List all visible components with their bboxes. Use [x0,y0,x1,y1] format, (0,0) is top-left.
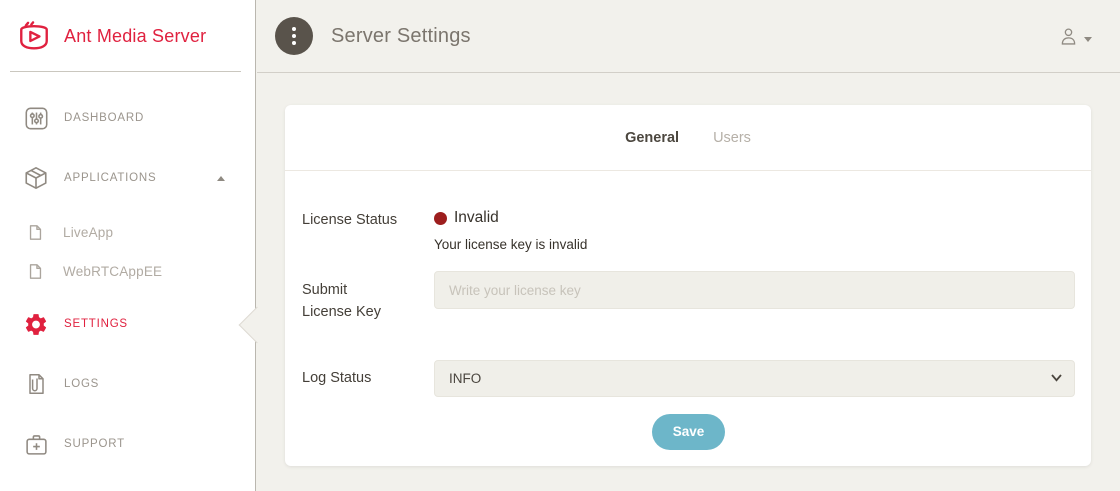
sidebar-item-liveapp[interactable]: LiveApp [0,213,255,252]
user-menu-button[interactable] [1058,26,1092,47]
file-icon [26,263,44,280]
status-dot-icon [434,212,447,225]
content-area: General Users License Status Invalid You… [257,73,1120,491]
user-icon [1058,26,1079,47]
collapse-caret-icon[interactable] [217,176,225,181]
sidebar-item-dashboard[interactable]: DASHBOARD [0,95,255,141]
topbar: Server Settings [257,0,1120,73]
kebab-dot [292,41,296,45]
sidebar-item-label: LOGS [64,378,99,390]
sidebar: Ant Media Server DASHBOARD [0,0,256,491]
save-row: Save [302,414,1075,450]
brand[interactable]: Ant Media Server [0,0,255,72]
file-icon [26,224,44,241]
sidebar-header-divider [10,71,241,72]
log-status-select[interactable]: INFO [434,360,1075,397]
license-status-label: License Status [302,209,434,252]
chevron-down-icon [1084,37,1092,42]
sidebar-item-label: SUPPORT [64,438,125,450]
brand-name: Ant Media Server [64,26,206,47]
server-settings-card: General Users License Status Invalid You… [285,105,1091,466]
sidebar-item-label: APPLICATIONS [64,172,156,184]
applications-icon [23,165,49,191]
settings-tabs: General Users [285,105,1091,171]
dashboard-icon [23,106,49,131]
sidebar-item-label: SETTINGS [64,318,128,330]
logs-icon [23,372,49,396]
kebab-dot [292,27,296,31]
sidebar-item-support[interactable]: SUPPORT [0,421,255,467]
settings-gear-icon [23,311,49,338]
log-status-row: Log Status INFO [302,360,1075,397]
support-icon [23,432,49,457]
sidebar-item-label: DASHBOARD [64,112,144,124]
sidebar-item-applications[interactable]: APPLICATIONS [0,155,255,201]
page-title: Server Settings [331,25,471,48]
tab-users[interactable]: Users [713,130,751,146]
kebab-menu-button[interactable] [275,17,313,55]
log-status-label: Log Status [302,367,434,389]
submit-license-key-label: Submit License Key [302,271,434,324]
kebab-dot [292,34,296,38]
ant-media-logo-icon [14,16,54,56]
license-status-row: License Status Invalid Your license key … [302,209,1075,252]
license-key-input[interactable] [434,271,1075,309]
settings-form: License Status Invalid Your license key … [285,209,1091,450]
sidebar-item-label: LiveApp [63,225,113,240]
submit-license-key-row: Submit License Key [302,271,1075,324]
license-status-value: Invalid [454,209,499,227]
sidebar-item-logs[interactable]: LOGS [0,361,255,407]
tab-general[interactable]: General [625,130,679,146]
save-button[interactable]: Save [652,414,726,450]
sidebar-nav: DASHBOARD APPLICATIONS [0,72,255,467]
sidebar-item-webrtcappee[interactable]: WebRTCAppEE [0,252,255,291]
sidebar-item-settings[interactable]: SETTINGS [0,301,255,347]
license-status-message: Your license key is invalid [434,237,1075,252]
app-screen: Ant Media Server DASHBOARD [0,0,1120,491]
sidebar-item-label: WebRTCAppEE [63,264,162,279]
